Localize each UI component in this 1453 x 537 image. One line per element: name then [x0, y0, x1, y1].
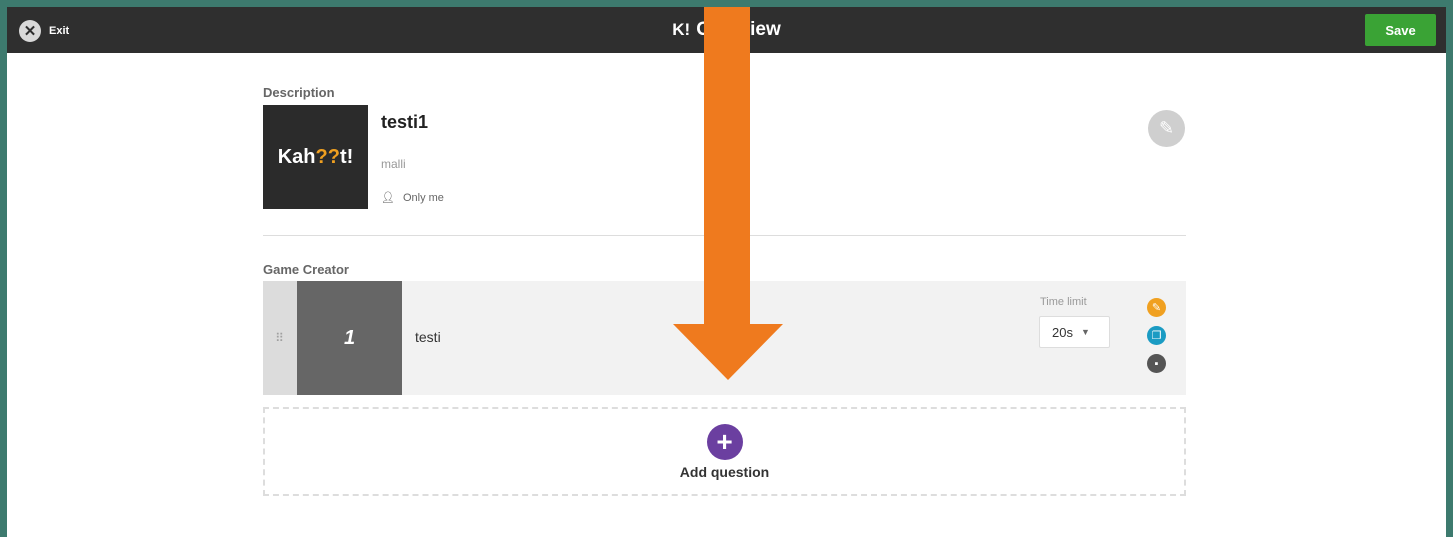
save-button[interactable]: Save [1365, 14, 1436, 46]
cover-image[interactable]: Kah?? t! [263, 105, 368, 209]
visibility-label: Only me [402, 191, 444, 204]
visibility-info: 👤︎ Only me [381, 191, 444, 205]
person-icon: 👤︎ [381, 192, 395, 204]
time-limit-select[interactable]: 20s ▼ [1039, 316, 1110, 348]
plus-icon: + [706, 423, 743, 460]
close-icon: ✕ [19, 20, 41, 42]
duplicate-icon: ❐ [1151, 330, 1162, 342]
exit-label: Exit [49, 25, 70, 37]
duplicate-question-button[interactable]: ❐ [1147, 326, 1166, 345]
question-number: 1 [297, 281, 402, 395]
cover-text-qq: ?? [315, 145, 340, 168]
delete-question-button[interactable]: ▪ [1147, 354, 1166, 373]
chevron-down-icon: ▼ [1080, 327, 1090, 337]
down-arrow-annotation [673, 7, 783, 380]
edit-icon: ✎ [1151, 302, 1162, 314]
drag-handle-icon[interactable]: ⠿ [263, 281, 297, 395]
kahoot-editor-window: ✕ Exit K! Overview Save Description Kah?… [7, 7, 1446, 537]
quiz-title: testi1 [381, 112, 429, 132]
delete-icon: ▪ [1154, 357, 1159, 370]
arrow-head [673, 324, 783, 380]
add-question-button[interactable]: + Add question [263, 407, 1186, 496]
edit-question-button[interactable]: ✎ [1147, 298, 1166, 317]
cover-text-prefix: Kah [277, 145, 316, 168]
question-title: testi [415, 329, 441, 345]
quiz-description: malli [381, 157, 406, 171]
time-limit-value: 20s [1052, 324, 1073, 340]
game-creator-section-label: Game Creator [263, 262, 349, 277]
cover-text-suffix: t! [339, 145, 354, 168]
add-question-label: Add question [679, 463, 770, 480]
exit-button[interactable]: ✕ Exit [19, 20, 69, 42]
pencil-icon: ✎ [1158, 118, 1175, 138]
time-limit-label: Time limit [1040, 296, 1087, 308]
edit-description-button[interactable]: ✎ [1148, 110, 1185, 147]
arrow-shaft [704, 7, 750, 330]
description-section-label: Description [263, 85, 335, 100]
